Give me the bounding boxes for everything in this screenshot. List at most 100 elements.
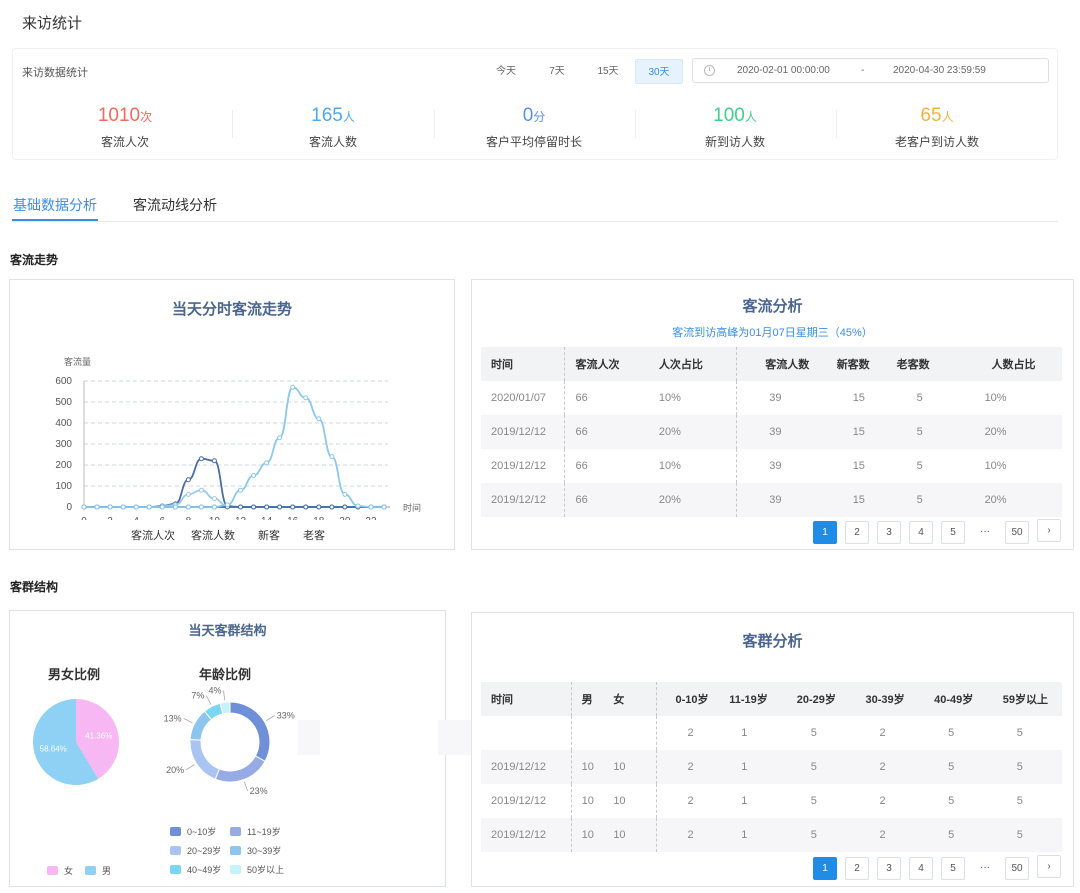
cell: 2 bbox=[656, 818, 720, 852]
legend-old[interactable]: 老客 bbox=[303, 527, 325, 543]
label-leader bbox=[206, 695, 212, 705]
page-ellipsis[interactable]: ··· bbox=[973, 857, 997, 880]
table-row[interactable]: 2019/12/12 10 10 2 1 5 2 5 5 bbox=[481, 750, 1062, 784]
stat-label: 客户平均停留时长 bbox=[485, 135, 582, 149]
page-5-button[interactable]: 5 bbox=[941, 857, 965, 880]
data-point[interactable] bbox=[238, 504, 244, 510]
data-point[interactable] bbox=[329, 454, 335, 460]
data-point[interactable] bbox=[329, 504, 335, 510]
next-page-button[interactable]: › bbox=[1037, 855, 1061, 878]
page-4-button[interactable]: 4 bbox=[909, 857, 933, 880]
stat-value: 0 bbox=[522, 105, 534, 126]
data-point[interactable] bbox=[290, 384, 296, 390]
data-point[interactable] bbox=[342, 491, 348, 497]
table-row[interactable]: 2019/12/12 66 20% 39 15 5 20% bbox=[481, 483, 1062, 517]
data-point[interactable] bbox=[381, 504, 387, 510]
cell: 5 bbox=[916, 392, 923, 404]
data-point[interactable] bbox=[185, 504, 191, 510]
stat-unit: 人 bbox=[941, 110, 954, 124]
gender-pie-chart: 41.36% 58.64% bbox=[33, 699, 120, 785]
table-row[interactable]: 2019/12/12 66 20% 39 15 5 20% bbox=[481, 415, 1062, 449]
legend-item[interactable]: 20~29岁 bbox=[170, 844, 230, 857]
data-point[interactable] bbox=[290, 504, 296, 510]
legend-item[interactable]: 40~49岁 bbox=[170, 863, 230, 876]
cell: 2 bbox=[879, 795, 886, 807]
page-ellipsis[interactable]: ··· bbox=[973, 521, 997, 544]
date-range-picker[interactable]: 2020-02-01 00:00:00 - 2020-04-30 23:59:5… bbox=[692, 58, 1049, 83]
legend-item[interactable]: 女 bbox=[47, 864, 73, 877]
date-start: 2020-02-01 00:00:00 bbox=[737, 65, 830, 76]
data-point[interactable] bbox=[264, 504, 270, 510]
data-point[interactable] bbox=[316, 416, 322, 422]
data-point[interactable] bbox=[159, 504, 165, 510]
data-point[interactable] bbox=[303, 395, 309, 401]
data-point[interactable] bbox=[211, 504, 217, 510]
data-point[interactable] bbox=[355, 503, 361, 509]
donut-slice[interactable] bbox=[189, 738, 220, 780]
legend-item[interactable]: 30~39岁 bbox=[230, 844, 290, 857]
data-point[interactable] bbox=[185, 477, 191, 483]
group-table: 时间 男 女 0-10岁 11-19岁 20-29岁 30-39岁 40-49岁… bbox=[481, 682, 1062, 852]
cell: 2 bbox=[687, 795, 694, 807]
data-point[interactable] bbox=[368, 504, 374, 510]
cell: 2 bbox=[879, 727, 886, 739]
x-tick-label: 20 bbox=[339, 516, 351, 520]
table-row[interactable]: 2 1 5 2 5 5 bbox=[481, 716, 1062, 750]
cell: 2019/12/12 bbox=[481, 750, 572, 784]
legend-item[interactable]: 0~10岁 bbox=[170, 825, 230, 838]
data-point[interactable] bbox=[264, 460, 270, 466]
page-4-button[interactable]: 4 bbox=[909, 521, 933, 544]
data-point[interactable] bbox=[303, 504, 309, 510]
data-point[interactable] bbox=[198, 456, 204, 462]
table-row[interactable]: 2019/12/12 66 10% 39 15 5 10% bbox=[481, 449, 1062, 483]
data-point[interactable] bbox=[211, 458, 217, 464]
col-header: 0-10岁 bbox=[656, 682, 720, 716]
page-5-button[interactable]: 5 bbox=[941, 521, 965, 544]
page-3-button[interactable]: 3 bbox=[877, 857, 901, 880]
table-row[interactable]: 2019/12/12 10 10 2 1 5 2 5 5 bbox=[481, 784, 1062, 818]
legend-item[interactable]: 11~19岁 bbox=[230, 825, 290, 838]
page-2-button[interactable]: 2 bbox=[845, 521, 869, 544]
data-point[interactable] bbox=[198, 487, 204, 493]
page-50-button[interactable]: 50 bbox=[1005, 521, 1029, 544]
data-point[interactable] bbox=[224, 502, 230, 508]
data-point[interactable] bbox=[211, 496, 217, 502]
data-point[interactable] bbox=[198, 504, 204, 510]
page-1-button[interactable]: 1 bbox=[813, 857, 837, 880]
page-50-button[interactable]: 50 bbox=[1005, 857, 1029, 880]
data-point[interactable] bbox=[251, 504, 257, 510]
data-point[interactable] bbox=[316, 504, 322, 510]
page-1-button[interactable]: 1 bbox=[813, 521, 837, 544]
legend-label: 男 bbox=[102, 866, 112, 876]
x-tick-label: 8 bbox=[186, 516, 192, 520]
data-point[interactable] bbox=[172, 504, 178, 510]
legend-swatch bbox=[230, 865, 241, 874]
col-header: 老客数 bbox=[886, 347, 967, 381]
donut-slice[interactable] bbox=[229, 701, 271, 762]
data-point[interactable] bbox=[251, 473, 257, 478]
legend-item[interactable]: 男 bbox=[85, 864, 111, 877]
legend-new[interactable]: 新客 bbox=[258, 527, 280, 543]
page-2-button[interactable]: 2 bbox=[845, 857, 869, 880]
data-point[interactable] bbox=[277, 435, 283, 441]
legend-item[interactable]: 50岁以上 bbox=[230, 863, 290, 876]
range-button-today[interactable]: 今天 bbox=[482, 59, 530, 84]
next-page-button[interactable]: › bbox=[1037, 519, 1061, 542]
data-point[interactable] bbox=[185, 491, 191, 497]
data-point[interactable] bbox=[342, 504, 348, 510]
cell: 39 bbox=[769, 460, 782, 472]
data-point[interactable] bbox=[238, 487, 244, 493]
data-point[interactable] bbox=[146, 504, 152, 510]
data-point[interactable] bbox=[277, 504, 283, 510]
donut-slice[interactable] bbox=[214, 755, 266, 783]
table-row[interactable]: 2019/12/12 10 10 2 1 5 2 5 5 bbox=[481, 818, 1062, 852]
table-row[interactable]: 2020/01/07 66 10% 39 15 5 10% bbox=[481, 381, 1062, 415]
range-button-7days[interactable]: 7天 bbox=[533, 59, 581, 84]
range-button-30days[interactable]: 30天 bbox=[635, 59, 683, 84]
slice-label: 41.36% bbox=[85, 732, 112, 741]
range-button-15days[interactable]: 15天 bbox=[584, 59, 632, 84]
donut-label: 13% bbox=[164, 713, 182, 723]
legend-visitors[interactable]: 客流人数 bbox=[191, 527, 235, 543]
page-3-button[interactable]: 3 bbox=[877, 521, 901, 544]
slice-label: 58.64% bbox=[40, 744, 67, 753]
